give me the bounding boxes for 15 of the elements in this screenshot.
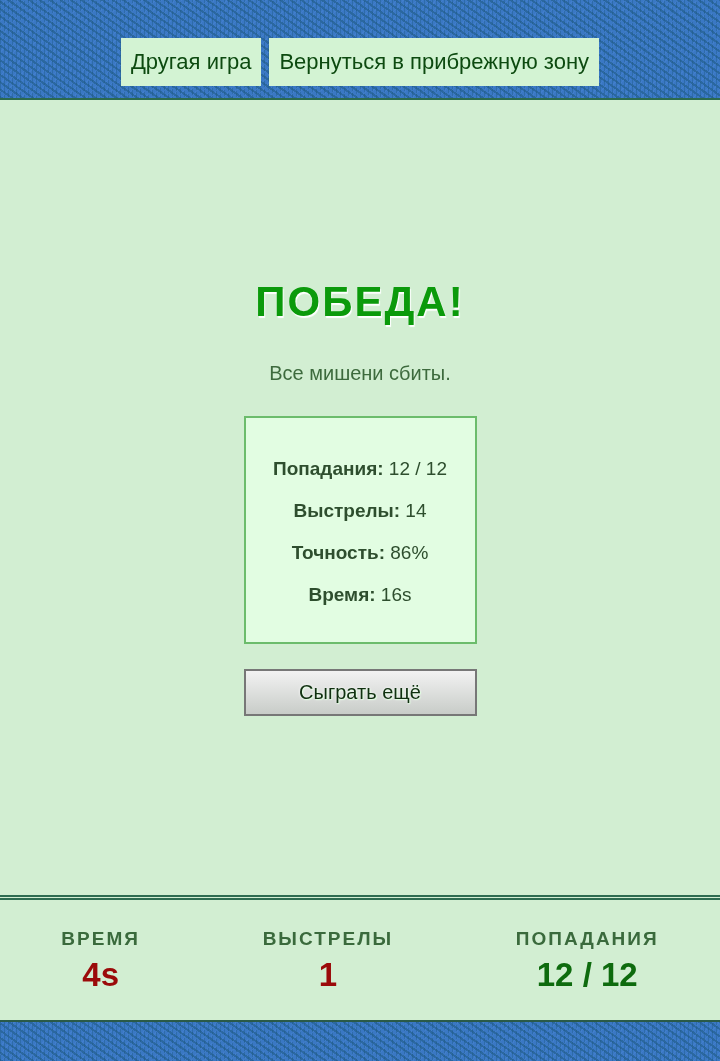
stat-value: 4s: [81, 958, 120, 991]
nav-button[interactable]: Вернуться в прибрежную зону: [269, 38, 600, 86]
stat-value: 1: [317, 958, 339, 991]
summary-line: Точность: 86%: [290, 540, 430, 565]
result-message: Все мишени сбиты.: [269, 360, 451, 386]
play-again-button[interactable]: Сыграть ещё: [243, 668, 477, 716]
summary-line: Попадания: 12 / 12: [272, 456, 448, 481]
summary-line: Время: 16s: [307, 582, 413, 607]
victory-title: ПОБЕДА!: [255, 279, 465, 326]
summary-line: Выстрелы: 14: [292, 498, 428, 523]
stat-value: 12 / 12: [535, 958, 639, 991]
nav-button[interactable]: Другая игра: [120, 38, 262, 86]
stat-label: ПОПАДАНИЯ: [515, 929, 659, 948]
stat-label: ВЫСТРЕЛЫ: [262, 929, 394, 948]
stat-label: ВРЕМЯ: [61, 929, 140, 948]
